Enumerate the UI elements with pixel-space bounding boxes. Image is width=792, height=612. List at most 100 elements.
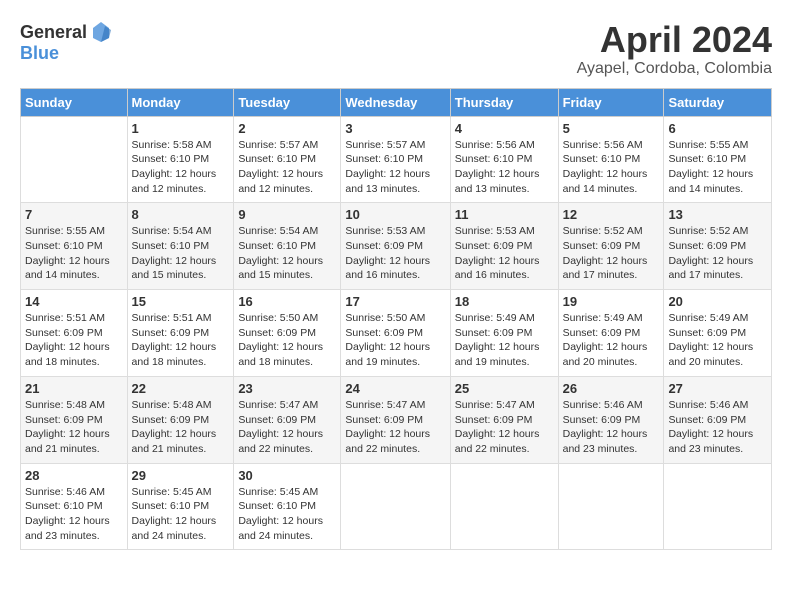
calendar-cell: 7 Sunrise: 5:55 AM Sunset: 6:10 PM Daylig… bbox=[21, 203, 128, 290]
header-row: SundayMondayTuesdayWednesdayThursdayFrid… bbox=[21, 88, 772, 116]
calendar-week: 14Sunrise: 5:51 AM Sunset: 6:09 PM Dayli… bbox=[21, 290, 772, 377]
calendar-cell bbox=[21, 116, 128, 203]
day-info: Sunrise: 5:48 AM Sunset: 6:09 PM Dayligh… bbox=[132, 398, 230, 457]
day-number: 17 bbox=[345, 294, 445, 309]
day-number: 12 bbox=[563, 207, 660, 222]
day-number: 6 bbox=[668, 121, 767, 136]
day-info: Sunrise: 5:50 AM Sunset: 6:09 PM Dayligh… bbox=[345, 311, 445, 370]
calendar-week: 21 Sunrise: 5:48 AM Sunset: 6:09 PM Dayli… bbox=[21, 376, 772, 463]
calendar-cell bbox=[341, 463, 450, 550]
day-number: 27 bbox=[668, 381, 767, 396]
day-number: 23 bbox=[238, 381, 336, 396]
calendar-cell: 25Sunrise: 5:47 AM Sunset: 6:09 PM Dayli… bbox=[450, 376, 558, 463]
calendar-cell: 22 Sunrise: 5:48 AM Sunset: 6:09 PM Dayli… bbox=[127, 376, 234, 463]
day-info: Sunrise: 5:49 AM Sunset: 6:09 PM Dayligh… bbox=[563, 311, 660, 370]
calendar-cell bbox=[664, 463, 772, 550]
day-info: Sunrise: 5:55 AM Sunset: 6:10 PM Dayligh… bbox=[668, 138, 767, 197]
day-info: Sunrise: 5:58 AM Sunset: 6:10 PM Dayligh… bbox=[132, 138, 230, 197]
day-info: Sunrise: 5:52 AM Sunset: 6:09 PM Dayligh… bbox=[668, 224, 767, 283]
page-header: General Blue April 2024 Ayapel, Cordoba,… bbox=[20, 20, 772, 78]
calendar-cell: 2Sunrise: 5:57 AM Sunset: 6:10 PM Daylig… bbox=[234, 116, 341, 203]
day-info: Sunrise: 5:46 AM Sunset: 6:09 PM Dayligh… bbox=[563, 398, 660, 457]
day-number: 30 bbox=[238, 468, 336, 483]
logo-general: General bbox=[20, 23, 87, 41]
calendar-table: SundayMondayTuesdayWednesdayThursdayFrid… bbox=[20, 88, 772, 551]
header-day: Tuesday bbox=[234, 88, 341, 116]
calendar-cell: 13 Sunrise: 5:52 AM Sunset: 6:09 PM Dayli… bbox=[664, 203, 772, 290]
month-title: April 2024 bbox=[577, 20, 772, 60]
day-info: Sunrise: 5:51 AM Sunset: 6:09 PM Dayligh… bbox=[132, 311, 230, 370]
day-number: 5 bbox=[563, 121, 660, 136]
calendar-cell: 10 Sunrise: 5:53 AM Sunset: 6:09 PM Dayli… bbox=[341, 203, 450, 290]
day-number: 24 bbox=[345, 381, 445, 396]
day-number: 22 bbox=[132, 381, 230, 396]
day-info: Sunrise: 5:56 AM Sunset: 6:10 PM Dayligh… bbox=[563, 138, 660, 197]
calendar-cell: 1 Sunrise: 5:58 AM Sunset: 6:10 PM Daylig… bbox=[127, 116, 234, 203]
calendar-cell: 20Sunrise: 5:49 AM Sunset: 6:09 PM Dayli… bbox=[664, 290, 772, 377]
day-info: Sunrise: 5:53 AM Sunset: 6:09 PM Dayligh… bbox=[345, 224, 445, 283]
day-info: Sunrise: 5:55 AM Sunset: 6:10 PM Dayligh… bbox=[25, 224, 123, 283]
day-number: 16 bbox=[238, 294, 336, 309]
calendar-cell: 3Sunrise: 5:57 AM Sunset: 6:10 PM Daylig… bbox=[341, 116, 450, 203]
calendar-cell: 11Sunrise: 5:53 AM Sunset: 6:09 PM Dayli… bbox=[450, 203, 558, 290]
day-info: Sunrise: 5:51 AM Sunset: 6:09 PM Dayligh… bbox=[25, 311, 123, 370]
calendar-cell: 18Sunrise: 5:49 AM Sunset: 6:09 PM Dayli… bbox=[450, 290, 558, 377]
header-day: Friday bbox=[558, 88, 664, 116]
calendar-cell bbox=[450, 463, 558, 550]
day-number: 4 bbox=[455, 121, 554, 136]
calendar-cell: 23 Sunrise: 5:47 AM Sunset: 6:09 PM Dayli… bbox=[234, 376, 341, 463]
day-number: 20 bbox=[668, 294, 767, 309]
day-number: 3 bbox=[345, 121, 445, 136]
day-number: 11 bbox=[455, 207, 554, 222]
day-info: Sunrise: 5:50 AM Sunset: 6:09 PM Dayligh… bbox=[238, 311, 336, 370]
calendar-week: 1 Sunrise: 5:58 AM Sunset: 6:10 PM Daylig… bbox=[21, 116, 772, 203]
calendar-cell: 19 Sunrise: 5:49 AM Sunset: 6:09 PM Dayli… bbox=[558, 290, 664, 377]
calendar-header: SundayMondayTuesdayWednesdayThursdayFrid… bbox=[21, 88, 772, 116]
calendar-cell: 12 Sunrise: 5:52 AM Sunset: 6:09 PM Dayli… bbox=[558, 203, 664, 290]
calendar-cell: 15 Sunrise: 5:51 AM Sunset: 6:09 PM Dayli… bbox=[127, 290, 234, 377]
calendar-cell: 6 Sunrise: 5:55 AM Sunset: 6:10 PM Daylig… bbox=[664, 116, 772, 203]
day-number: 7 bbox=[25, 207, 123, 222]
calendar-cell: 14Sunrise: 5:51 AM Sunset: 6:09 PM Dayli… bbox=[21, 290, 128, 377]
calendar-cell: 27 Sunrise: 5:46 AM Sunset: 6:09 PM Dayli… bbox=[664, 376, 772, 463]
day-info: Sunrise: 5:57 AM Sunset: 6:10 PM Dayligh… bbox=[238, 138, 336, 197]
day-info: Sunrise: 5:47 AM Sunset: 6:09 PM Dayligh… bbox=[238, 398, 336, 457]
calendar-cell: 4Sunrise: 5:56 AM Sunset: 6:10 PM Daylig… bbox=[450, 116, 558, 203]
day-info: Sunrise: 5:48 AM Sunset: 6:09 PM Dayligh… bbox=[25, 398, 123, 457]
day-info: Sunrise: 5:52 AM Sunset: 6:09 PM Dayligh… bbox=[563, 224, 660, 283]
header-day: Monday bbox=[127, 88, 234, 116]
day-number: 13 bbox=[668, 207, 767, 222]
day-number: 8 bbox=[132, 207, 230, 222]
logo-blue: Blue bbox=[20, 43, 59, 63]
day-number: 29 bbox=[132, 468, 230, 483]
header-day: Saturday bbox=[664, 88, 772, 116]
calendar-cell: 30Sunrise: 5:45 AM Sunset: 6:10 PM Dayli… bbox=[234, 463, 341, 550]
day-number: 28 bbox=[25, 468, 123, 483]
day-number: 26 bbox=[563, 381, 660, 396]
calendar-cell: 16 Sunrise: 5:50 AM Sunset: 6:09 PM Dayli… bbox=[234, 290, 341, 377]
day-number: 25 bbox=[455, 381, 554, 396]
calendar-cell: 29Sunrise: 5:45 AM Sunset: 6:10 PM Dayli… bbox=[127, 463, 234, 550]
day-number: 21 bbox=[25, 381, 123, 396]
day-number: 1 bbox=[132, 121, 230, 136]
title-area: April 2024 Ayapel, Cordoba, Colombia bbox=[577, 20, 772, 78]
day-info: Sunrise: 5:49 AM Sunset: 6:09 PM Dayligh… bbox=[455, 311, 554, 370]
calendar-cell: 24 Sunrise: 5:47 AM Sunset: 6:09 PM Dayli… bbox=[341, 376, 450, 463]
calendar-cell: 26 Sunrise: 5:46 AM Sunset: 6:09 PM Dayli… bbox=[558, 376, 664, 463]
calendar-cell: 5 Sunrise: 5:56 AM Sunset: 6:10 PM Daylig… bbox=[558, 116, 664, 203]
header-day: Sunday bbox=[21, 88, 128, 116]
calendar-cell: 9 Sunrise: 5:54 AM Sunset: 6:10 PM Daylig… bbox=[234, 203, 341, 290]
day-info: Sunrise: 5:46 AM Sunset: 6:09 PM Dayligh… bbox=[668, 398, 767, 457]
day-number: 15 bbox=[132, 294, 230, 309]
day-info: Sunrise: 5:54 AM Sunset: 6:10 PM Dayligh… bbox=[238, 224, 336, 283]
logo-icon bbox=[89, 20, 113, 44]
day-number: 19 bbox=[563, 294, 660, 309]
calendar-cell: 8Sunrise: 5:54 AM Sunset: 6:10 PM Daylig… bbox=[127, 203, 234, 290]
calendar-week: 28 Sunrise: 5:46 AM Sunset: 6:10 PM Dayli… bbox=[21, 463, 772, 550]
day-info: Sunrise: 5:47 AM Sunset: 6:09 PM Dayligh… bbox=[345, 398, 445, 457]
day-info: Sunrise: 5:46 AM Sunset: 6:10 PM Dayligh… bbox=[25, 485, 123, 544]
logo: General Blue bbox=[20, 20, 113, 64]
day-number: 9 bbox=[238, 207, 336, 222]
day-number: 10 bbox=[345, 207, 445, 222]
calendar-week: 7 Sunrise: 5:55 AM Sunset: 6:10 PM Daylig… bbox=[21, 203, 772, 290]
